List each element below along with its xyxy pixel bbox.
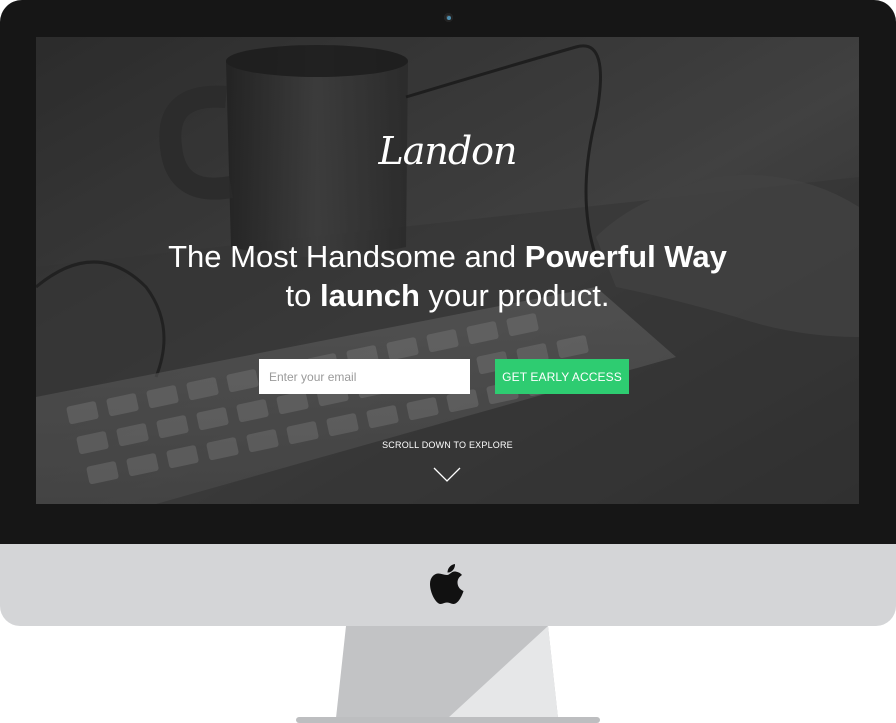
scroll-down-label[interactable]: SCROLL DOWN TO EXPLORE — [36, 440, 859, 450]
imac-mockup: Landon The Most Handsome and Powerful Wa… — [0, 0, 896, 723]
headline-text: The Most Handsome and — [168, 239, 525, 274]
camera-icon — [444, 13, 453, 22]
monitor-stand — [296, 626, 600, 723]
landing-page-screen: Landon The Most Handsome and Powerful Wa… — [36, 37, 859, 504]
headline-emphasis: launch — [320, 278, 420, 313]
brand-logo: Landon — [378, 129, 517, 173]
email-field[interactable] — [259, 359, 470, 394]
apple-logo-icon — [430, 564, 464, 604]
hero-headline: The Most Handsome and Powerful Way to la… — [36, 237, 859, 315]
headline-text: to — [285, 278, 320, 313]
signup-form: GET EARLY ACCESS — [259, 359, 629, 394]
headline-emphasis: Powerful Way — [524, 239, 727, 274]
headline-text: your product. — [419, 278, 610, 313]
get-early-access-button[interactable]: GET EARLY ACCESS — [495, 359, 629, 394]
chevron-down-icon[interactable] — [433, 466, 461, 484]
